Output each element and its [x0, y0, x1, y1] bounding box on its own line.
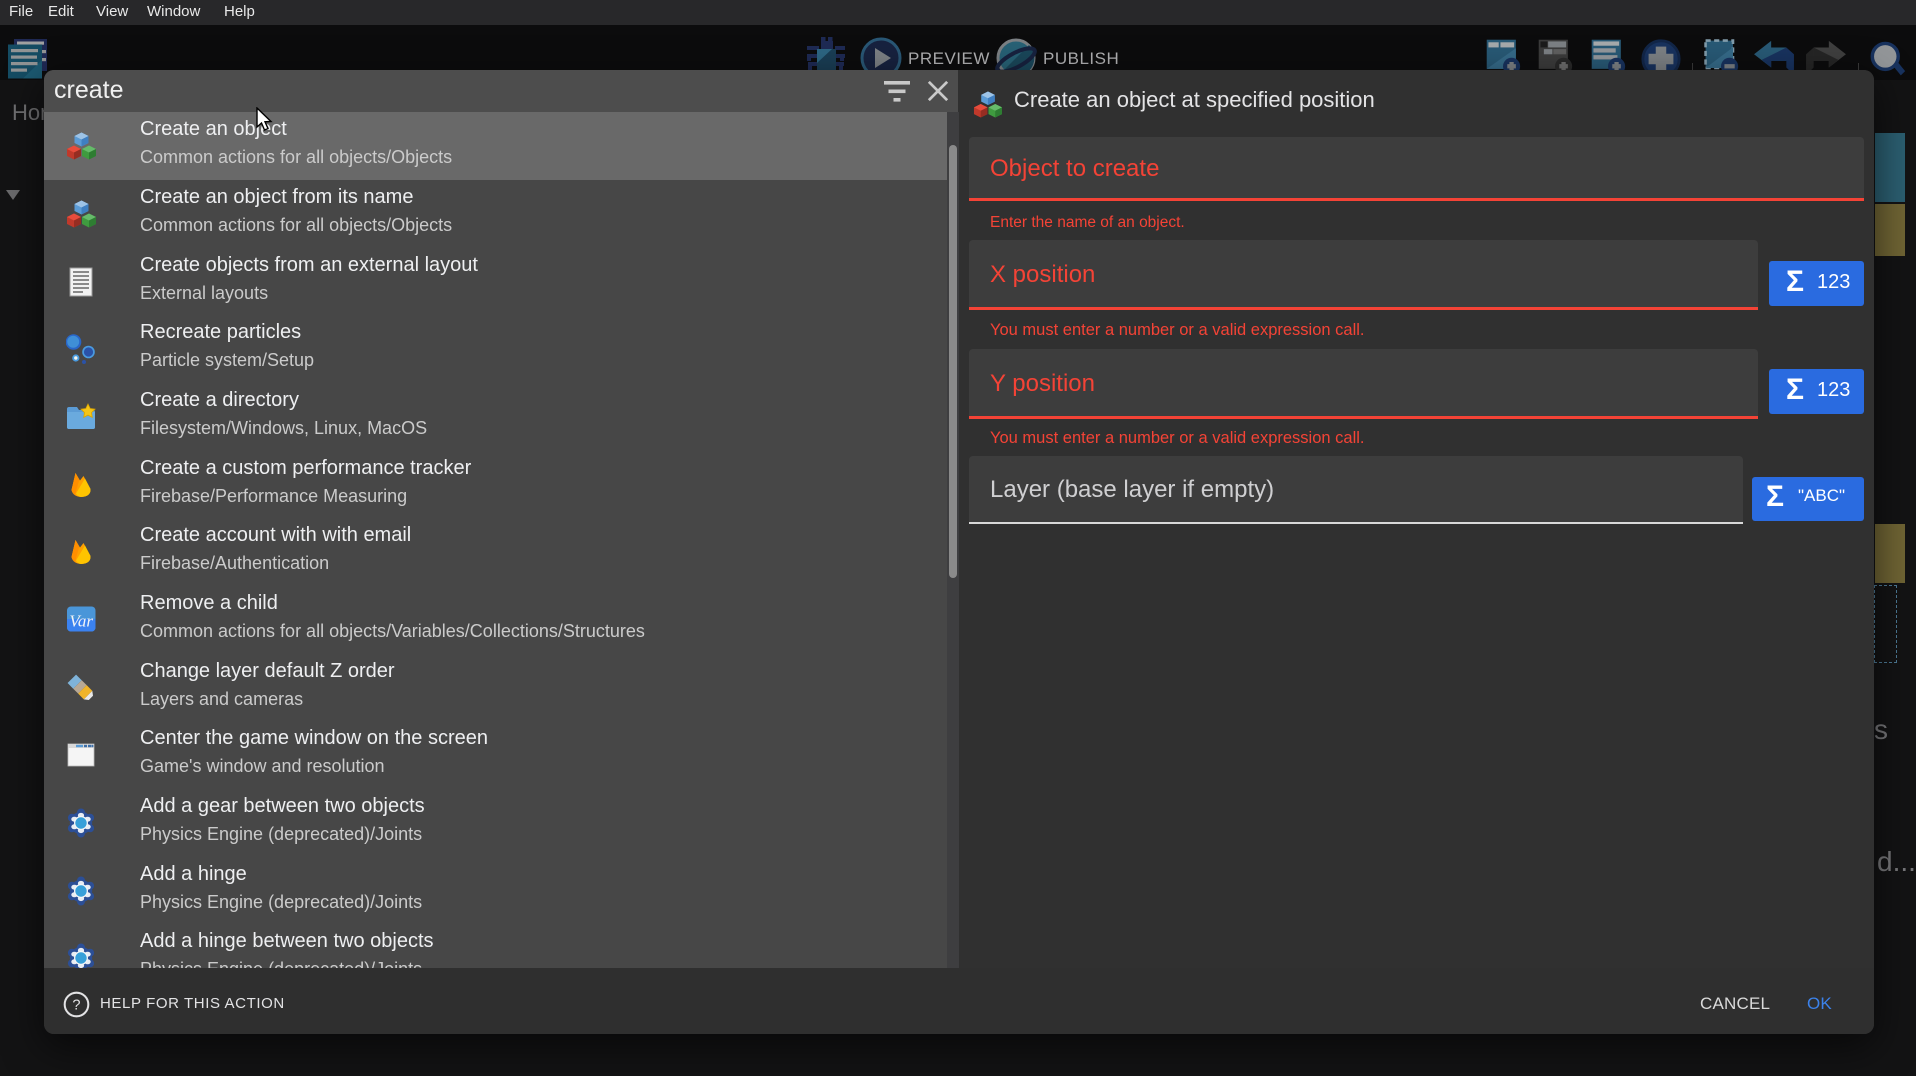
- svg-text:Var: Var: [69, 612, 93, 631]
- svg-text:?: ?: [72, 998, 80, 1014]
